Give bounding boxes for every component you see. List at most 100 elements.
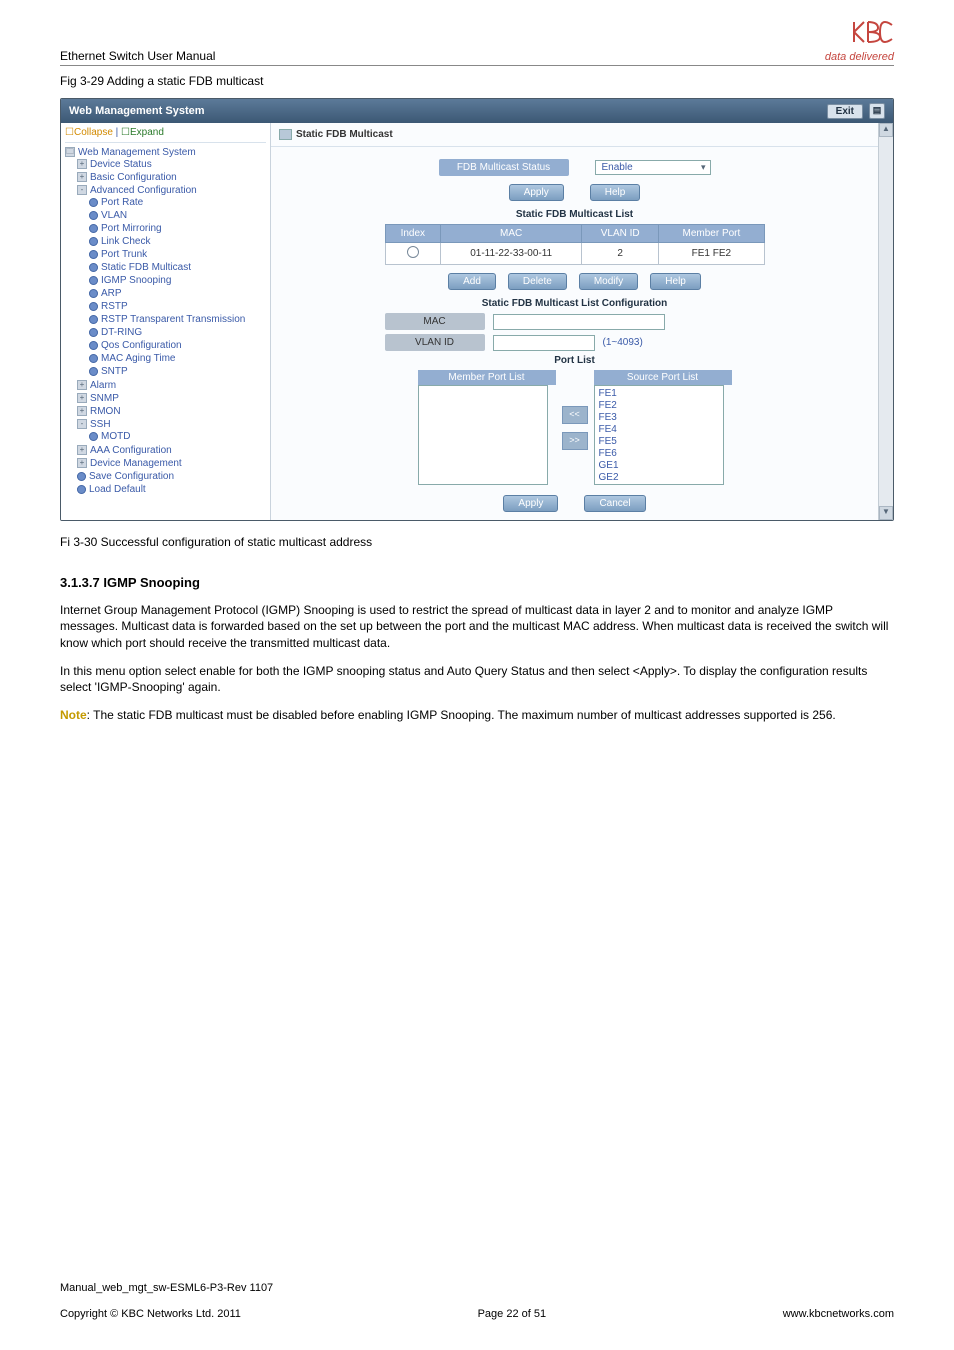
gear-icon: [89, 224, 98, 233]
help-button-2[interactable]: Help: [650, 273, 701, 290]
cell-vlan: 2: [582, 243, 659, 265]
th-vlan: VLAN ID: [582, 225, 659, 243]
breadcrumb: Static FDB Multicast: [296, 129, 393, 140]
multicast-list-title: Static FDB Multicast List: [360, 209, 790, 220]
tree-mac-aging[interactable]: MAC Aging Time: [101, 353, 175, 364]
cfg-title: Static FDB Multicast List Configuration: [360, 298, 790, 309]
tree-port-rate[interactable]: Port Rate: [101, 197, 143, 208]
paragraph-2: In this menu option select enable for bo…: [60, 663, 894, 695]
screenshot-window: Web Management System Exit ▤ ☐Collapse |…: [60, 98, 894, 521]
tree-dtring[interactable]: DT-RING: [101, 327, 142, 338]
vlan-hint: (1~4093): [603, 337, 643, 348]
tree-vlan[interactable]: VLAN: [101, 210, 127, 221]
table-row[interactable]: 01-11-22-33-00-11 2 FE1 FE2: [385, 243, 764, 265]
member-port-head: Member Port List: [418, 370, 556, 385]
source-port-head: Source Port List: [594, 370, 732, 385]
folder-icon: [279, 129, 292, 140]
tree-load-default[interactable]: Load Default: [89, 484, 146, 495]
tree-port-mirroring[interactable]: Port Mirroring: [101, 223, 162, 234]
add-button[interactable]: Add: [448, 273, 496, 290]
tree-rstp-tt[interactable]: RSTP Transparent Transmission: [101, 314, 245, 325]
tree-port-trunk[interactable]: Port Trunk: [101, 249, 147, 260]
cell-mac: 01-11-22-33-00-11: [441, 243, 582, 265]
paragraph-1: Internet Group Management Protocol (IGMP…: [60, 602, 894, 651]
figure-caption-top: Fig 3-29 Adding a static FDB multicast: [60, 74, 894, 88]
gear-icon: [77, 472, 86, 481]
gear-icon: [89, 328, 98, 337]
help-button[interactable]: Help: [590, 184, 641, 201]
tree-qos[interactable]: Qos Configuration: [101, 340, 182, 351]
apply-button-2[interactable]: Apply: [503, 495, 558, 512]
tree-basic-config[interactable]: Basic Configuration: [90, 172, 177, 183]
scroll-up-icon[interactable]: ▲: [879, 123, 893, 137]
footer-manual-id: Manual_web_mgt_sw-ESML6-P3-Rev 1107: [60, 1282, 894, 1294]
cell-member: FE1 FE2: [659, 243, 764, 265]
gear-icon: [89, 250, 98, 259]
figure-caption-bottom: Fi 3-30 Successful configuration of stat…: [60, 535, 894, 549]
move-right-button[interactable]: >>: [562, 432, 588, 450]
note-label: Note: [60, 708, 87, 722]
tree-arp[interactable]: ARP: [101, 288, 122, 299]
th-index: Index: [385, 225, 441, 243]
gear-icon: [89, 211, 98, 220]
footer-page-number: Page 22 of 51: [478, 1308, 547, 1320]
gear-icon: [89, 289, 98, 298]
row-radio[interactable]: [407, 246, 419, 258]
gear-icon: [89, 302, 98, 311]
tree-alarm[interactable]: Alarm: [90, 380, 116, 391]
scrollbar[interactable]: ▲ ▼: [878, 123, 893, 520]
multicast-table: Index MAC VLAN ID Member Port 01-11-22-3…: [385, 224, 765, 265]
tree-adv-config[interactable]: Advanced Configuration: [90, 185, 197, 196]
gear-icon: [89, 354, 98, 363]
tree-root[interactable]: Web Management System: [78, 147, 196, 158]
gear-icon: [89, 367, 98, 376]
cfg-vlan-label: VLAN ID: [385, 334, 485, 351]
footer-copyright: Copyright © KBC Networks Ltd. 2011: [60, 1308, 241, 1320]
apply-button[interactable]: Apply: [509, 184, 564, 201]
tree-save-config[interactable]: Save Configuration: [89, 471, 174, 482]
tree-ssh[interactable]: SSH: [90, 419, 111, 430]
cfg-mac-label: MAC: [385, 313, 485, 330]
tree-rmon[interactable]: RMON: [90, 406, 121, 417]
fdb-status-label: FDB Multicast Status: [439, 159, 569, 176]
th-mac: MAC: [441, 225, 582, 243]
brand-logo: data delivered: [825, 18, 894, 63]
gear-icon: [89, 198, 98, 207]
footer-url: www.kbcnetworks.com: [783, 1308, 894, 1320]
window-control-icon[interactable]: ▤: [869, 103, 885, 119]
cancel-button[interactable]: Cancel: [584, 495, 645, 512]
tree-link-check[interactable]: Link Check: [101, 236, 150, 247]
member-port-box[interactable]: [418, 385, 548, 485]
nav-tree: 🗀Web Management System +Device Status +B…: [65, 146, 266, 497]
delete-button[interactable]: Delete: [508, 273, 567, 290]
exit-button[interactable]: Exit: [827, 104, 863, 119]
brand-tagline: data delivered: [825, 52, 894, 63]
source-port-box[interactable]: FE1FE2FE3FE4FE5FE6GE1GE2GE3: [594, 385, 724, 485]
gear-icon: [77, 485, 86, 494]
gear-icon: [89, 237, 98, 246]
scroll-down-icon[interactable]: ▼: [879, 506, 893, 520]
port-list-title: Port List: [360, 355, 790, 366]
move-left-button[interactable]: <<: [562, 406, 588, 424]
mac-input[interactable]: [493, 314, 665, 330]
window-title: Web Management System: [69, 105, 205, 117]
tree-device-status[interactable]: Device Status: [90, 159, 152, 170]
gear-icon: [89, 432, 98, 441]
fdb-status-select[interactable]: Enable: [595, 160, 711, 175]
tree-static-fdb[interactable]: Static FDB Multicast: [101, 262, 191, 273]
section-heading: 3.1.3.7 IGMP Snooping: [60, 575, 894, 590]
tree-igmp[interactable]: IGMP Snooping: [101, 275, 171, 286]
tree-device-mgmt[interactable]: Device Management: [90, 458, 182, 469]
tree-aaa[interactable]: AAA Configuration: [90, 445, 172, 456]
tree-sntp[interactable]: SNTP: [101, 366, 128, 377]
tree-motd[interactable]: MOTD: [101, 431, 130, 442]
tree-toggle-bar[interactable]: ☐Collapse | ☐Expand: [65, 127, 266, 143]
page-footer: Manual_web_mgt_sw-ESML6-P3-Rev 1107 Copy…: [60, 1282, 894, 1320]
tree-snmp[interactable]: SNMP: [90, 393, 119, 404]
gear-icon: [89, 263, 98, 272]
modify-button[interactable]: Modify: [579, 273, 638, 290]
gear-icon: [89, 276, 98, 285]
tree-rstp[interactable]: RSTP: [101, 301, 128, 312]
vlan-input[interactable]: [493, 335, 595, 351]
gear-icon: [89, 341, 98, 350]
